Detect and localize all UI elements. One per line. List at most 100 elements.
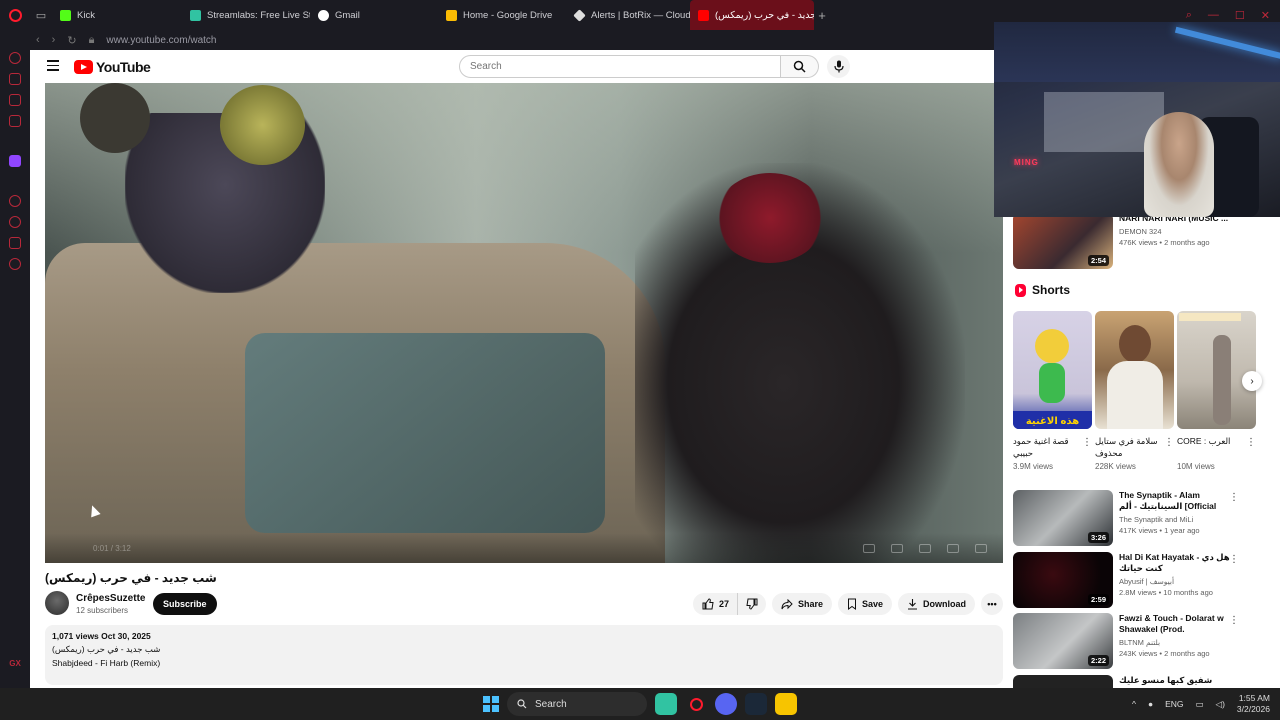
more-actions-button[interactable]: ••• bbox=[981, 593, 1003, 615]
more-vertical-icon[interactable]: ⋮ bbox=[1229, 554, 1239, 565]
video-thumbnail[interactable]: 2:54 bbox=[1013, 213, 1113, 269]
google-drive-icon bbox=[446, 9, 457, 21]
video-thumbnail[interactable]: 2:22 bbox=[1013, 613, 1113, 669]
more-vertical-icon[interactable]: ⋮ bbox=[1082, 437, 1092, 448]
view-count-date: 1,071 views Oct 30, 2025 bbox=[52, 631, 151, 641]
steam-app-icon[interactable] bbox=[745, 693, 767, 715]
short-item[interactable]: CORE : العرب 10M views ⋮ bbox=[1177, 311, 1256, 471]
streamer-webcam-overlay: MING bbox=[994, 22, 1280, 217]
shorts-next-button[interactable]: › bbox=[1242, 371, 1262, 391]
search-button[interactable] bbox=[781, 55, 819, 78]
extensions-icon[interactable] bbox=[9, 94, 21, 106]
more-vertical-icon[interactable]: ⋮ bbox=[1229, 492, 1239, 503]
history-icon[interactable] bbox=[9, 216, 21, 228]
menu-icon[interactable] bbox=[47, 60, 59, 74]
opera-gx-app-icon[interactable] bbox=[685, 693, 707, 715]
channel-avatar[interactable] bbox=[45, 591, 69, 615]
short-thumbnail[interactable] bbox=[1177, 311, 1256, 429]
windows-start-icon[interactable] bbox=[483, 696, 499, 712]
workspaces-icon[interactable]: ▭ bbox=[30, 0, 52, 30]
settings-icon[interactable] bbox=[9, 258, 21, 270]
video-title[interactable]: Fawzi & Touch - Dolarat w Shawakel (Prod… bbox=[1119, 613, 1239, 635]
list-item[interactable]: 3:26 The Synaptik - Alam السينابتيك - أل… bbox=[1013, 490, 1239, 546]
messenger-icon[interactable] bbox=[9, 195, 21, 207]
streamlabs-icon bbox=[190, 9, 201, 21]
clock[interactable]: 1:55 AM 3/2/2026 bbox=[1237, 693, 1270, 715]
chevron-up-icon[interactable]: ^ bbox=[1132, 699, 1136, 709]
theater-mode-icon[interactable] bbox=[947, 544, 959, 553]
captions-icon[interactable] bbox=[891, 544, 903, 553]
tab-youtube-active[interactable]: شب جديد - في حرب (ريمكس) bbox=[690, 0, 814, 30]
short-item[interactable]: سلامة فري ستايل محذوف 228K views ⋮ bbox=[1095, 311, 1174, 471]
more-vertical-icon[interactable]: ⋮ bbox=[1164, 437, 1174, 448]
url-field[interactable]: www.youtube.com/watch bbox=[106, 35, 216, 46]
short-thumbnail[interactable]: هذه الاغنية bbox=[1013, 311, 1092, 429]
channel-name[interactable]: The Synaptik and MiLi bbox=[1119, 515, 1239, 524]
share-icon bbox=[781, 598, 793, 609]
list-item[interactable]: 2:59 Hal Di Kat Hayatak - هل دي كنت حيات… bbox=[1013, 552, 1239, 608]
description-box[interactable]: 1,071 views Oct 30, 2025 شب جديد - في حر… bbox=[45, 625, 1003, 685]
tab-botrix[interactable]: Alerts | BotRix — Cloud St bbox=[566, 0, 690, 30]
settings-gear-icon[interactable] bbox=[919, 544, 931, 553]
list-item[interactable]: 2:22 Fawzi & Touch - Dolarat w Shawakel … bbox=[1013, 613, 1239, 669]
streamlabs-app-icon[interactable] bbox=[655, 693, 677, 715]
list-item[interactable]: 2:54 NARI NARI NARI (MUSIC ... DEMON 324… bbox=[1013, 213, 1239, 269]
discord-app-icon[interactable] bbox=[715, 693, 737, 715]
gx-corner-icon[interactable] bbox=[9, 73, 21, 85]
search-input[interactable] bbox=[459, 55, 781, 78]
tab-streamlabs[interactable]: Streamlabs: Free Live Stre bbox=[182, 0, 310, 30]
download-button[interactable]: Download bbox=[898, 593, 975, 615]
autoplay-toggle-icon[interactable] bbox=[863, 544, 875, 553]
tab-google-drive[interactable]: Home - Google Drive bbox=[438, 0, 566, 30]
share-button[interactable]: Share bbox=[771, 593, 832, 615]
puzzle-icon[interactable] bbox=[9, 237, 21, 249]
tab-gmail[interactable]: Gmail bbox=[310, 0, 438, 30]
subscribe-button[interactable]: Subscribe bbox=[153, 593, 217, 615]
language-indicator[interactable]: ENG bbox=[1165, 699, 1183, 709]
video-title[interactable]: شفيق كبها منسو عليك bbox=[1119, 675, 1239, 686]
tab-kick[interactable]: Kick bbox=[52, 0, 182, 30]
new-tab-plus-icon[interactable]: + bbox=[814, 8, 830, 23]
close-icon[interactable]: ✕ bbox=[1261, 9, 1270, 22]
microphone-icon[interactable]: ● bbox=[1148, 699, 1153, 709]
twitch-icon[interactable] bbox=[9, 155, 21, 167]
channel-name[interactable]: Abyusif | أبيوسف bbox=[1119, 577, 1239, 586]
channel-name[interactable]: DEMON 324 bbox=[1119, 227, 1239, 236]
short-thumbnail[interactable] bbox=[1095, 311, 1174, 429]
back-icon[interactable]: ‹ bbox=[36, 34, 40, 46]
video-thumbnail[interactable]: 3:26 bbox=[1013, 490, 1113, 546]
short-item[interactable]: هذه الاغنية قصة اغنية حمود حبيبي 3.9M vi… bbox=[1013, 311, 1092, 471]
opera-gx-icon[interactable] bbox=[0, 0, 30, 30]
gx-control-icon[interactable] bbox=[9, 52, 21, 64]
maximize-icon[interactable]: ☐ bbox=[1235, 9, 1245, 22]
more-vertical-icon[interactable]: ⋮ bbox=[1229, 615, 1239, 626]
video-thumbnail[interactable]: 2:59 bbox=[1013, 552, 1113, 608]
volume-icon[interactable]: ◁) bbox=[1216, 699, 1225, 710]
video-title[interactable]: Hal Di Kat Hayatak - هل دي كنت حياتك bbox=[1119, 552, 1239, 574]
taskbar-search[interactable]: Search bbox=[507, 692, 647, 716]
more-horizontal-icon: ••• bbox=[987, 599, 997, 609]
dislike-button[interactable] bbox=[736, 593, 766, 615]
player-icon[interactable] bbox=[9, 115, 21, 127]
more-vertical-icon[interactable]: ⋮ bbox=[1246, 437, 1256, 448]
file-explorer-icon[interactable] bbox=[775, 693, 797, 715]
video-thumbnail[interactable] bbox=[1013, 675, 1113, 688]
fullscreen-icon[interactable] bbox=[975, 544, 987, 553]
search-tabs-icon[interactable]: ⌕ bbox=[1186, 9, 1192, 22]
minimize-icon[interactable]: — bbox=[1208, 9, 1219, 21]
reload-icon[interactable]: ↻ bbox=[67, 34, 76, 47]
video-player[interactable]: 0:01 / 3:12 bbox=[45, 83, 1003, 563]
video-title[interactable]: The Synaptik - Alam السينابتيك - ألم [Of… bbox=[1119, 490, 1239, 512]
save-button[interactable]: Save bbox=[837, 593, 892, 615]
like-button[interactable]: 27 bbox=[692, 593, 737, 615]
description-line-english: Shabjdeed - Fi Harb (Remix) bbox=[52, 658, 161, 668]
youtube-logo[interactable]: YouTube bbox=[74, 59, 151, 75]
opera-sidebar: GX bbox=[0, 30, 30, 688]
channel-name[interactable]: BLTNM بلتنم bbox=[1119, 638, 1239, 647]
voice-search-button[interactable] bbox=[827, 55, 850, 78]
forward-icon[interactable]: › bbox=[52, 34, 56, 46]
list-item[interactable]: شفيق كبها منسو عليك bbox=[1013, 675, 1239, 688]
channel-name[interactable]: CrêpesSuzette bbox=[76, 593, 145, 604]
subscriber-count: 12 subscribers bbox=[76, 606, 129, 615]
network-icon[interactable]: ▭ bbox=[1196, 699, 1204, 710]
